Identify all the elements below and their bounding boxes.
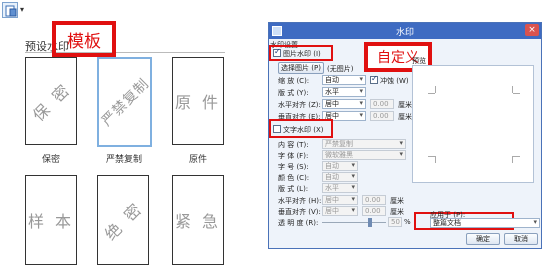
preview-corner-mark <box>512 86 513 93</box>
scale-label: 缩 放 (C): <box>278 77 310 85</box>
transparency-slider-thumb[interactable] <box>368 218 372 227</box>
transparency-value[interactable]: 50 <box>388 217 402 227</box>
text-halign-unit: 厘米 <box>390 197 404 205</box>
watermark-card-juemi[interactable]: 绝 密 <box>97 175 149 265</box>
card-watermark-text: 保 密 <box>29 79 76 126</box>
select-picture-button[interactable]: 选择图片 (P) <box>278 62 324 74</box>
cancel-button[interactable]: 取消 <box>504 233 538 245</box>
font-label: 字 体 (F): <box>278 152 309 160</box>
watermark-toolbar-button[interactable] <box>2 2 18 18</box>
watermark-card-jinji[interactable]: 紧 急 <box>172 175 224 265</box>
washout-label: 冲蚀 (W) <box>380 77 409 85</box>
watermark-card-yuanjian[interactable]: 原 件 <box>172 57 224 145</box>
font-select[interactable]: 微软雅黑 <box>322 150 406 160</box>
close-icon[interactable]: × <box>525 24 539 36</box>
toolbar-dropdown-arrow-icon[interactable]: ▾ <box>20 5 24 14</box>
text-valign-select[interactable]: 居中 <box>322 206 358 216</box>
text-valign-label: 垂直对齐 (V): <box>278 208 321 216</box>
washout-checkbox[interactable] <box>370 74 378 84</box>
content-select[interactable]: 严禁复制 <box>322 139 406 149</box>
preview-corner-mark <box>513 93 520 94</box>
preview-corner-mark <box>435 156 436 163</box>
preview-corner-mark <box>513 156 520 157</box>
picture-halign-offset[interactable]: 0.00 <box>370 99 394 109</box>
content-label: 内 容 (T): <box>278 141 309 149</box>
card-caption-yuanjian: 原件 <box>188 155 207 165</box>
card-watermark-text: 严禁复制 <box>98 75 152 130</box>
text-layout-label: 版 式 (L): <box>278 185 309 193</box>
text-halign-offset[interactable]: 0.00 <box>362 195 386 205</box>
text-halign-select[interactable]: 居中 <box>322 195 358 205</box>
preview-corner-mark <box>512 156 513 163</box>
template-annotation-text: 模板 <box>67 31 101 52</box>
preview-corner-mark <box>428 156 435 157</box>
picture-valign-unit: 厘米 <box>398 113 412 121</box>
text-layout-select[interactable]: 水平 <box>322 183 358 193</box>
apply-to-select[interactable]: 整篇文档 <box>430 218 540 228</box>
text-watermark-label: 文字水印 (X) <box>283 126 324 134</box>
ok-button[interactable]: 确定 <box>466 233 500 245</box>
preview-pane <box>412 65 534 183</box>
card-watermark-text: 绝 密 <box>101 198 148 245</box>
text-valign-unit: 厘米 <box>390 208 404 216</box>
transparency-unit: % <box>404 218 411 226</box>
color-select[interactable]: 自动 <box>322 172 358 182</box>
watermark-card-baomi[interactable]: 保 密 <box>25 57 77 145</box>
text-watermark-checkbox[interactable] <box>273 125 281 133</box>
size-select[interactable]: 自动 <box>322 161 358 171</box>
watermark-card-yanjinfuzhi[interactable]: 严禁复制 <box>97 57 152 147</box>
preview-corner-mark <box>428 93 435 94</box>
watermark-icon <box>5 5 17 17</box>
picture-valign-offset[interactable]: 0.00 <box>370 111 394 121</box>
color-label: 颜 色 (C): <box>278 174 310 182</box>
card-watermark-text: 紧 急 <box>174 212 222 231</box>
transparency-slider-track[interactable] <box>322 222 386 223</box>
picture-layout-label: 版 式 (Y): <box>278 89 309 97</box>
no-picture-text: (无图片) <box>327 65 354 73</box>
scale-select[interactable]: 自动 <box>322 75 366 85</box>
card-caption-yanjinfuzhi: 严禁复制 <box>105 155 142 165</box>
size-label: 字 号 (S): <box>278 163 309 171</box>
transparency-label: 透 明 度 (R): <box>278 219 319 227</box>
dialog-title: 水印 <box>395 28 414 38</box>
card-caption-baomi: 保密 <box>41 155 60 165</box>
template-annotation-box: 模板 <box>52 21 116 57</box>
preview-corner-mark <box>435 86 436 93</box>
card-watermark-text: 原 件 <box>174 93 222 112</box>
picture-halign-label: 水平对齐 (Z): <box>278 101 321 109</box>
picture-watermark-checkbox[interactable] <box>273 47 281 57</box>
dialog-title-bar[interactable]: 水印 × <box>269 23 541 39</box>
picture-layout-select[interactable]: 水平 <box>322 87 366 97</box>
picture-halign-select[interactable]: 居中 <box>322 99 366 109</box>
picture-halign-unit: 厘米 <box>398 101 412 109</box>
watermark-card-yangben[interactable]: 样 本 <box>25 175 77 265</box>
text-valign-offset[interactable]: 0.00 <box>362 206 386 216</box>
text-halign-label: 水平对齐 (H): <box>278 197 322 205</box>
picture-watermark-label: 图片水印 (I) <box>283 50 321 58</box>
card-watermark-text: 样 本 <box>27 212 75 231</box>
